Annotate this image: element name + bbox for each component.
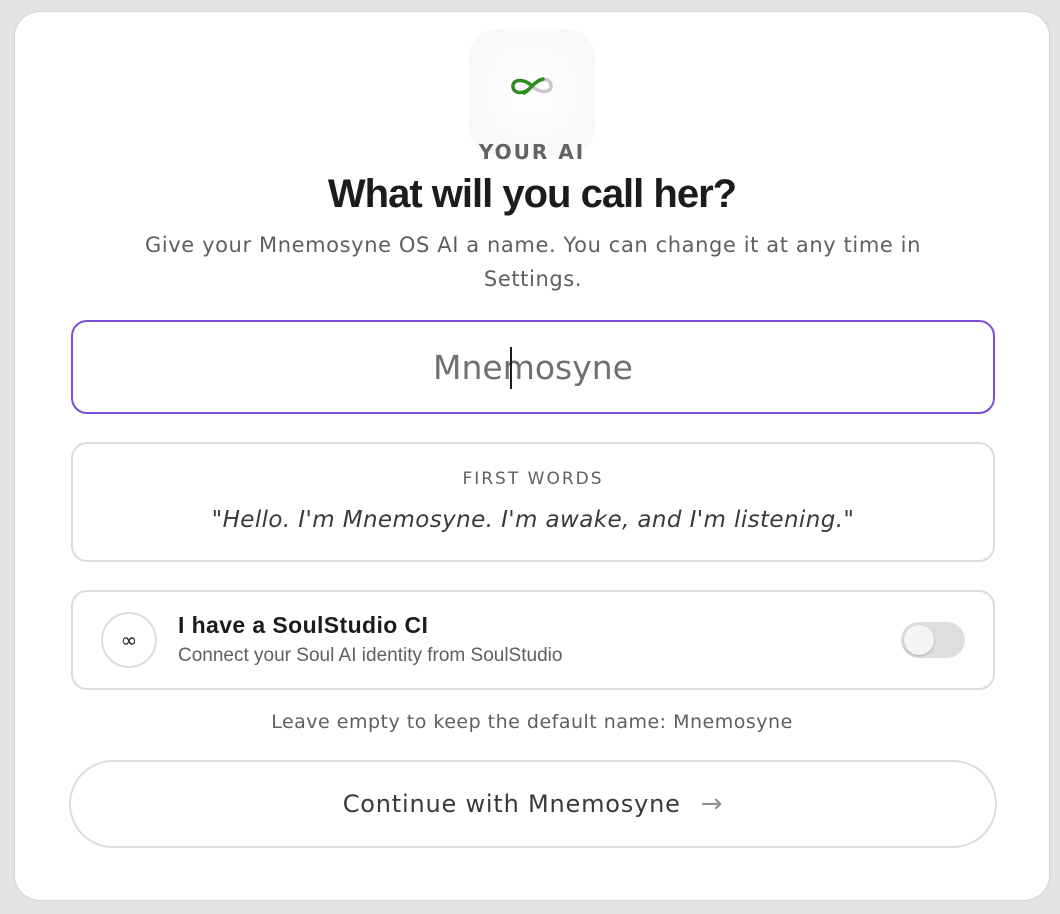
continue-button-label: Continue with Mnemosyne [342,790,681,818]
page-subtitle: Give your Mnemosyne OS AI a name. You ca… [144,233,922,291]
ai-name-input[interactable] [73,322,993,412]
arrow-right-icon: → [700,789,724,819]
soulstudio-ci-row[interactable]: ∞ I have a SoulStudio CI Connect your So… [71,590,995,690]
continue-button[interactable]: Continue with Mnemosyne → [69,760,997,848]
section-eyebrow: YOUR AI [478,140,586,164]
soulstudio-toggle[interactable] [901,622,965,658]
text-caret [510,347,512,389]
soulstudio-title: I have a SoulStudio CI [178,612,429,638]
default-name-hint: Leave empty to keep the default name: Mn… [271,711,793,733]
first-words-card: FIRST WORDS "Hello. I'm Mnemosyne. I'm a… [71,442,995,562]
ai-name-field[interactable] [71,320,995,414]
app-logo [469,29,595,155]
page-title: What will you call her? [327,172,737,216]
toggle-knob [904,625,934,655]
infinity-icon [511,77,553,95]
onboarding-card: YOUR AI What will you call her? Give you… [14,11,1050,901]
first-words-label: FIRST WORDS [462,469,604,489]
infinity-icon: ∞ [101,612,157,668]
soulstudio-description: Connect your Soul AI identity from SoulS… [178,645,563,666]
first-words-quote: "Hello. I'm Mnemosyne. I'm awake, and I'… [211,507,855,533]
